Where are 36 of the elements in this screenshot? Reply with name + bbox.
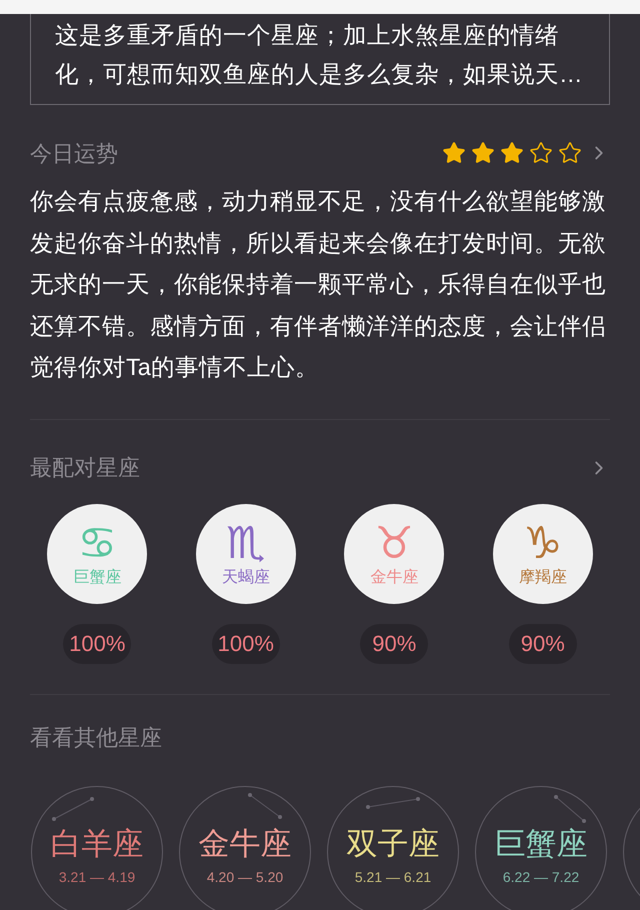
sign-dates: 6.22 — 7.22 <box>502 868 580 886</box>
sign-dates: 5.21 — 6.21 <box>354 868 432 886</box>
constellation-drawing <box>366 796 420 808</box>
sign-name: 巨蟹座 <box>494 824 588 862</box>
star-icon <box>500 141 524 165</box>
section-title: 看看其他星座 <box>30 724 162 750</box>
section-title: 最配对星座 <box>30 454 140 482</box>
sign-dates: 4.20 — 5.20 <box>206 868 284 886</box>
sign-badge[interactable]: ♑ 摩羯座 <box>492 504 593 604</box>
sign-dates: 3.21 — 4.19 <box>58 868 136 886</box>
sign-name: 双子座 <box>346 824 440 862</box>
star-icon <box>529 141 553 165</box>
constellation-drawing <box>554 794 586 822</box>
sign-name: 金牛座 <box>370 568 418 588</box>
match-percent: 100% <box>63 624 132 664</box>
summary-text: 这是多重矛盾的一个星座；加上水煞星座的情绪化，可想而知双鱼座的人是多么复杂，如果说天… <box>55 21 584 89</box>
constellation-drawing <box>248 792 282 818</box>
star-icon <box>558 141 582 165</box>
zodiac-icon: ♑ <box>523 520 562 568</box>
sign-name: 金牛座 <box>198 824 292 862</box>
fortune-text: 你会有点疲惫感，动力稍显不足，没有什么欲望能够激发起你奋斗的热情，所以看起来会像在打发时间。无欲无求的一天，你能保持着一颗平常心，乐得自在似乎也还算不错。感情方面，有伴者懒洋洋的态度，会让伴侣觉得你对Ta的事情不上心。 <box>30 187 607 382</box>
star-icon <box>471 141 495 165</box>
zodiac-icon: ♏ <box>226 520 266 568</box>
star-icon <box>442 141 466 165</box>
sign-name: 天蝎座 <box>222 568 270 588</box>
match-percent: 100% <box>212 624 280 664</box>
sign-name: 摩羯座 <box>518 568 567 588</box>
section-title: 今日运势 <box>30 140 118 168</box>
match-percent: 90% <box>508 624 577 664</box>
zodiac-icon: ♋ <box>78 520 117 568</box>
sign-name: 白羊座 <box>50 824 144 862</box>
match-percent: 90% <box>360 624 428 664</box>
constellation-drawing <box>52 796 94 820</box>
sign-name: 巨蟹座 <box>73 568 122 588</box>
sign-badge[interactable]: ♏ 天蝎座 <box>196 504 296 604</box>
zodiac-icon: ♉ <box>374 520 414 568</box>
